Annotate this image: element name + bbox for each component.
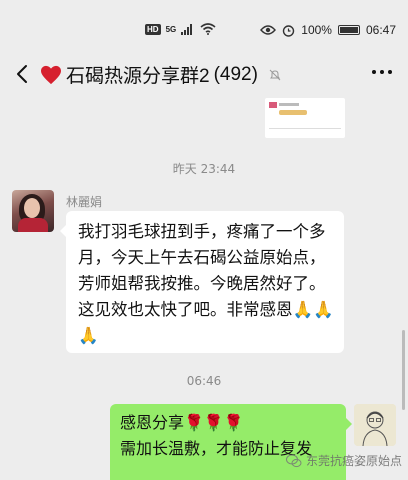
signal-icon bbox=[181, 24, 193, 35]
timestamp: 06:46 bbox=[186, 374, 222, 388]
dot-icon bbox=[388, 70, 392, 74]
mute-bell-icon bbox=[269, 69, 281, 80]
alarm-icon bbox=[283, 24, 295, 37]
sketch-portrait-icon bbox=[354, 404, 396, 446]
group-name: 石碣热源分享群2 bbox=[66, 66, 210, 87]
heart-icon bbox=[41, 65, 61, 84]
watermark: 东莞抗癌姿原始点 bbox=[285, 452, 402, 469]
outgoing-message-line: 感恩分享🌹🌹🌹 bbox=[120, 413, 244, 432]
dot-icon bbox=[380, 70, 384, 74]
dot-icon bbox=[372, 70, 376, 74]
wechat-logo-icon bbox=[285, 454, 302, 467]
system-indicators: 100% 06:47 bbox=[260, 23, 396, 37]
previous-image-message[interactable] bbox=[265, 98, 345, 138]
sender-avatar[interactable] bbox=[12, 190, 54, 232]
watermark-text: 东莞抗癌姿原始点 bbox=[305, 454, 402, 468]
thumb-detail bbox=[269, 102, 277, 108]
thumb-detail bbox=[279, 103, 299, 106]
eye-icon bbox=[260, 25, 277, 35]
avatar-face bbox=[24, 198, 40, 218]
timestamp: 昨天 23:44 bbox=[172, 162, 236, 176]
network-type: 5G bbox=[165, 24, 177, 34]
sender-name: 林麗娟 bbox=[66, 195, 103, 209]
status-bar: HD 5G 100% 06:47 bbox=[0, 0, 408, 50]
incoming-message-text: 我打羽毛球扭到手，疼痛了一个多月，今天上午去石碣公益原始点，芳师姐帮我按推。今晚… bbox=[78, 222, 334, 345]
incoming-message-bubble[interactable]: 我打羽毛球扭到手，疼痛了一个多月，今天上午去石碣公益原始点，芳师姐帮我按推。今晚… bbox=[60, 211, 344, 353]
chat-header: 石碣热源分享群2 (492) bbox=[0, 50, 408, 98]
back-arrow-icon[interactable] bbox=[10, 60, 38, 88]
network-indicators: HD 5G bbox=[145, 23, 216, 35]
thumb-detail bbox=[279, 110, 307, 115]
more-options-button[interactable] bbox=[372, 70, 392, 74]
hd-badge: HD bbox=[145, 23, 161, 35]
my-avatar[interactable] bbox=[354, 404, 396, 446]
clock: 06:47 bbox=[365, 23, 396, 37]
battery-percent: 100% bbox=[301, 23, 332, 37]
avatar-dress bbox=[18, 218, 48, 232]
chat-title[interactable]: 石碣热源分享群2 (492) bbox=[40, 61, 282, 88]
scrollbar[interactable] bbox=[402, 330, 405, 410]
member-count: (492) bbox=[213, 63, 258, 85]
wifi-icon bbox=[200, 23, 216, 35]
thumb-detail bbox=[269, 128, 341, 129]
battery-icon bbox=[337, 25, 360, 35]
